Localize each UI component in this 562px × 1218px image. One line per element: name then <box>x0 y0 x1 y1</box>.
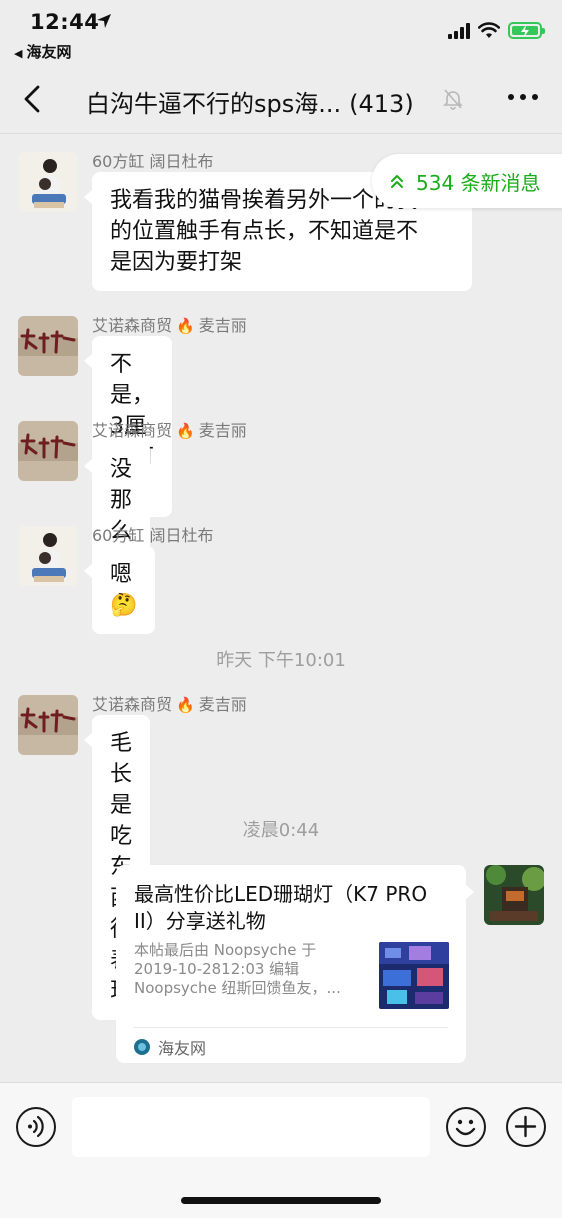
fire-emoji: 🔥 <box>176 317 195 335</box>
more-dots-icon[interactable] <box>508 94 538 100</box>
link-card-desc-line: 本帖最后由 Noopsyche 于 <box>134 941 317 959</box>
status-icons <box>448 22 545 39</box>
status-time: 12:44 <box>30 10 100 34</box>
back-to-app-link[interactable]: ◀ 海友网 <box>14 41 71 62</box>
chevron-left-icon[interactable] <box>20 84 46 114</box>
sender-name: 60方缸 阔日杜布 <box>92 152 214 171</box>
double-chevron-up-icon <box>391 175 403 188</box>
new-messages-button[interactable]: 534 条新消息 <box>372 154 562 208</box>
link-card-desc-line: 2019-10-2812:03 编辑 <box>134 960 300 978</box>
sender-name: 60方缸 阔日杜布 <box>92 526 214 545</box>
battery-icon <box>508 22 545 39</box>
sender-name-suffix: 麦吉丽 <box>198 421 247 440</box>
message-bubble[interactable]: 嗯🤔 <box>83 546 156 634</box>
message-text-line: 的位置触手有点长，不知道是不 <box>110 219 419 244</box>
sender-name-suffix: 麦吉丽 <box>198 316 247 335</box>
fire-emoji: 🔥 <box>176 422 195 440</box>
thinking-face-emoji: 🤔 <box>110 593 138 618</box>
new-messages-label: 534 条新消息 <box>416 170 541 195</box>
chat-timestamp: 凌晨0:44 <box>242 820 320 841</box>
link-card-source-name: 海友网 <box>158 1039 207 1058</box>
sender-name-prefix: 艾诺森商贸 <box>92 316 173 335</box>
avatar[interactable] <box>18 526 78 586</box>
chat-header: 白沟牛逼不行的sps海... (413) <box>0 64 562 134</box>
voice-input-button[interactable] <box>16 1107 56 1147</box>
my-avatar[interactable] <box>484 865 544 925</box>
chat-timestamp: 昨天 下午10:01 <box>216 650 346 671</box>
avatar[interactable] <box>18 316 78 376</box>
smiley-icon <box>455 1119 476 1136</box>
group-name: 白沟牛逼不行的sps海... <box>86 90 342 118</box>
status-bar: 12:44 ◀ 海友网 <box>0 0 562 64</box>
sender-name: 艾诺森商贸 🔥 麦吉丽 <box>92 417 247 441</box>
home-indicator <box>181 1197 381 1204</box>
signal-icon <box>448 22 470 39</box>
fire-emoji: 🔥 <box>176 696 195 714</box>
link-card-divider <box>134 1027 448 1028</box>
wifi-icon <box>478 22 500 38</box>
back-app-label: 海友网 <box>26 43 72 61</box>
link-card-thumbnail <box>379 942 449 1009</box>
sender-name: 艾诺森商贸 🔥 麦吉丽 <box>92 312 247 336</box>
member-count: (413) <box>349 90 414 118</box>
avatar[interactable] <box>18 421 78 481</box>
more-actions-button[interactable] <box>506 1107 546 1147</box>
link-card-title: 最高性价比LED珊瑚灯（K7 PRO II）分享送礼物 <box>134 882 428 933</box>
link-card[interactable]: 最高性价比LED珊瑚灯（K7 PRO II）分享送礼物 本帖最后由 Noopsy… <box>116 865 474 1063</box>
sender-name-prefix: 艾诺森商贸 <box>92 695 173 714</box>
bell-muted-icon <box>443 89 463 110</box>
sender-name: 艾诺森商贸 🔥 麦吉丽 <box>92 691 247 715</box>
link-card-description: 本帖最后由 Noopsyche 于 2019-10-2812:03 编辑 Noo… <box>134 941 370 999</box>
link-card-desc-line: Noopsyche 纽斯回馈鱼友，... <box>134 979 341 997</box>
avatar[interactable] <box>18 152 78 212</box>
message-text-line: 是因为要打架 <box>110 250 243 275</box>
message-text: 嗯 <box>110 562 133 587</box>
message-input[interactable] <box>72 1097 430 1157</box>
voice-icon <box>28 1115 44 1138</box>
chat-title[interactable]: 白沟牛逼不行的sps海... (413) <box>86 84 414 119</box>
sender-name-prefix: 艾诺森商贸 <box>92 421 173 440</box>
emoji-button[interactable] <box>446 1107 486 1147</box>
plus-icon <box>514 1115 537 1138</box>
back-app-arrow-icon: ◀ <box>14 47 23 60</box>
location-arrow-icon <box>97 14 111 28</box>
sender-name-suffix: 麦吉丽 <box>198 695 247 714</box>
link-card-source: 海友网 <box>134 1035 206 1059</box>
source-logo-icon <box>134 1039 150 1055</box>
avatar[interactable] <box>18 695 78 755</box>
